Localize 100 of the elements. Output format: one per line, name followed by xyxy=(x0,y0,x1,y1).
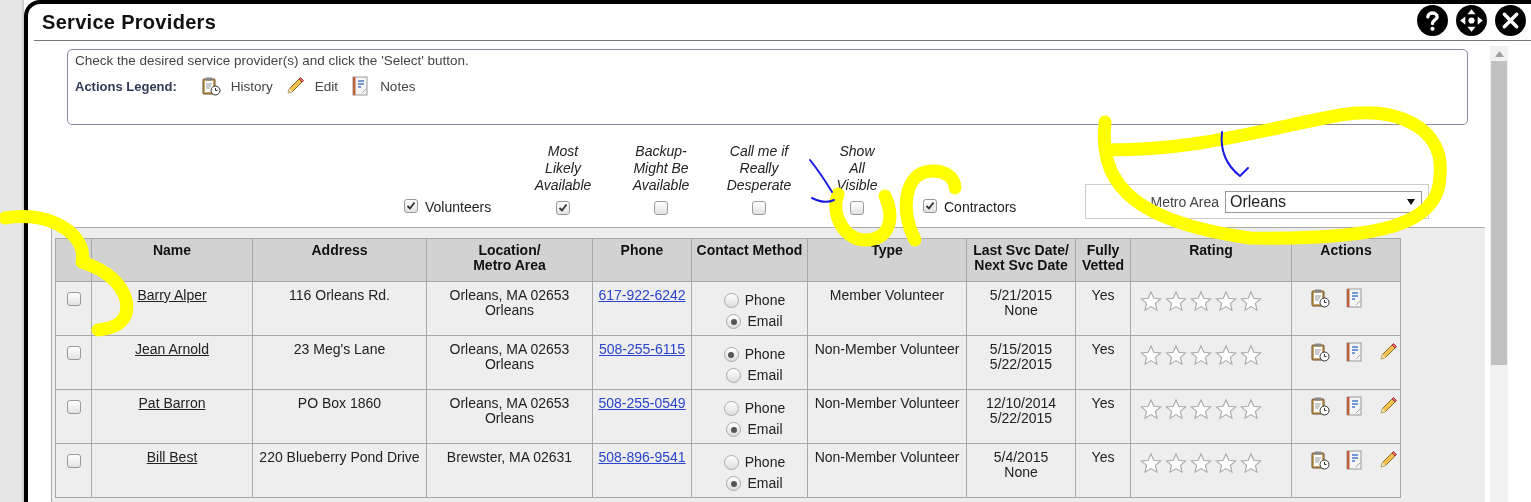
table-cell-text: PO Box 1860 xyxy=(296,396,383,411)
table-cell-text: Orleans xyxy=(484,411,535,426)
pencil-icon[interactable] xyxy=(1378,396,1398,416)
radio-button[interactable] xyxy=(726,476,742,491)
clipboard-clock-icon[interactable] xyxy=(1310,342,1330,362)
column-header: Fully Vetted xyxy=(1075,238,1131,282)
radio-button[interactable] xyxy=(723,401,739,416)
star-icon[interactable] xyxy=(1214,398,1238,421)
star-icon[interactable] xyxy=(1164,290,1188,313)
table-cell-text: Yes xyxy=(1090,396,1116,411)
table-cell-text: 220 Blueberry Pond Drive xyxy=(258,450,421,465)
checkbox[interactable] xyxy=(404,198,418,213)
table-cell-text: 5/4/2015 xyxy=(992,450,1050,465)
table-cell-text: Orleans xyxy=(484,357,535,372)
filter-label: Show All Visible xyxy=(836,143,878,194)
star-icon[interactable] xyxy=(1239,344,1263,367)
pencil-icon[interactable] xyxy=(1378,342,1398,362)
checkbox[interactable] xyxy=(752,201,766,215)
radio-button[interactable] xyxy=(723,293,739,308)
table-cell-text: 116 Orleans Rd. xyxy=(288,288,391,303)
column-header: Address xyxy=(252,238,427,282)
metro-area-label: Metro Area xyxy=(1150,193,1219,210)
star-icon[interactable] xyxy=(1164,452,1188,475)
table-cell-text: Yes xyxy=(1090,288,1116,303)
filter-label: Volunteers xyxy=(425,199,492,215)
notebook-icon[interactable] xyxy=(1344,288,1364,308)
table-cell-text: Orleans, MA 02653 xyxy=(448,342,571,357)
notebook-icon[interactable] xyxy=(1344,396,1364,416)
radio-label: Email xyxy=(747,314,783,329)
notebook-icon[interactable] xyxy=(1344,450,1364,470)
star-icon[interactable] xyxy=(1239,398,1263,421)
star-icon[interactable] xyxy=(1214,290,1238,313)
clipboard-clock-icon[interactable] xyxy=(1310,396,1330,416)
table-cell-text: Yes xyxy=(1090,450,1116,465)
name-link[interactable]: Pat Barron xyxy=(138,395,206,411)
checkbox[interactable] xyxy=(923,198,937,213)
checkbox[interactable] xyxy=(850,201,864,215)
close-icon[interactable] xyxy=(1494,3,1527,37)
table-cell-text: Non-Member Volunteer xyxy=(813,342,961,357)
star-icon[interactable] xyxy=(1139,290,1163,313)
filter-label: Most Likely Available xyxy=(534,143,592,194)
radio-button[interactable] xyxy=(726,368,742,383)
star-icon[interactable] xyxy=(1214,452,1238,475)
pencil-icon[interactable] xyxy=(1378,450,1398,470)
name-link[interactable]: Jean Arnold xyxy=(135,341,209,357)
checkbox[interactable] xyxy=(66,292,81,306)
metro-area-select[interactable]: Orleans xyxy=(1225,190,1422,213)
table-cell-text: None xyxy=(1003,465,1039,480)
checkbox[interactable] xyxy=(66,346,81,360)
radio-label: Phone xyxy=(744,293,786,308)
checkbox[interactable] xyxy=(66,400,81,414)
star-icon[interactable] xyxy=(1139,344,1163,367)
scroll-up-icon[interactable] xyxy=(1494,51,1504,57)
column-header: Last Svc Date/ Next Svc Date xyxy=(966,238,1076,282)
notebook-icon[interactable] xyxy=(1344,342,1364,362)
clipboard-clock-icon[interactable] xyxy=(1310,288,1330,308)
star-icon[interactable] xyxy=(1139,452,1163,475)
table-cell-text: 5/22/2015 xyxy=(988,357,1054,372)
caret-icon xyxy=(1407,198,1415,205)
scrollbar[interactable] xyxy=(1490,46,1508,502)
checkbox[interactable] xyxy=(654,201,668,215)
star-icon[interactable] xyxy=(1139,398,1163,421)
radio-label: Phone xyxy=(744,347,786,362)
window-title: Service Providers xyxy=(42,10,218,34)
column-header: Phone xyxy=(592,238,692,282)
move-icon[interactable] xyxy=(1455,3,1488,37)
star-icon[interactable] xyxy=(1239,452,1263,475)
legend-text: Edit xyxy=(314,78,339,94)
star-icon[interactable] xyxy=(1189,290,1213,313)
clipboard-clock-icon[interactable] xyxy=(200,76,221,96)
radio-button[interactable] xyxy=(726,422,742,437)
legend-label: Actions Legend: xyxy=(75,78,177,94)
name-link[interactable]: Bill Best xyxy=(146,449,198,465)
clipboard-clock-icon[interactable] xyxy=(1310,450,1330,470)
table-cell-text: 23 Meg's Lane xyxy=(292,342,387,357)
star-icon[interactable] xyxy=(1239,290,1263,313)
column-header: Type xyxy=(807,238,967,282)
radio-button[interactable] xyxy=(726,314,742,329)
table-cell-text: 5/22/2015 xyxy=(988,411,1054,426)
name-link[interactable]: Barry Alper xyxy=(137,287,207,303)
checkbox[interactable] xyxy=(556,201,570,215)
filter-label: Backup- Might Be Available xyxy=(632,143,690,194)
star-icon[interactable] xyxy=(1164,344,1188,367)
help-icon[interactable] xyxy=(1416,3,1449,37)
star-icon[interactable] xyxy=(1189,398,1213,421)
radio-button[interactable] xyxy=(723,455,739,470)
radio-label: Phone xyxy=(744,401,786,416)
radio-button[interactable] xyxy=(723,347,739,362)
notebook-icon[interactable] xyxy=(350,76,371,96)
checkbox[interactable] xyxy=(66,454,81,468)
star-icon[interactable] xyxy=(1164,398,1188,421)
legend-text: History xyxy=(230,78,273,94)
pencil-icon[interactable] xyxy=(284,76,305,96)
table-cell-text: Yes xyxy=(1090,342,1116,357)
column-header: Rating xyxy=(1130,238,1292,282)
star-icon[interactable] xyxy=(1189,452,1213,475)
table-cell-text: None xyxy=(1003,303,1039,318)
star-icon[interactable] xyxy=(1189,344,1213,367)
star-icon[interactable] xyxy=(1214,344,1238,367)
radio-label: Email xyxy=(747,422,783,437)
